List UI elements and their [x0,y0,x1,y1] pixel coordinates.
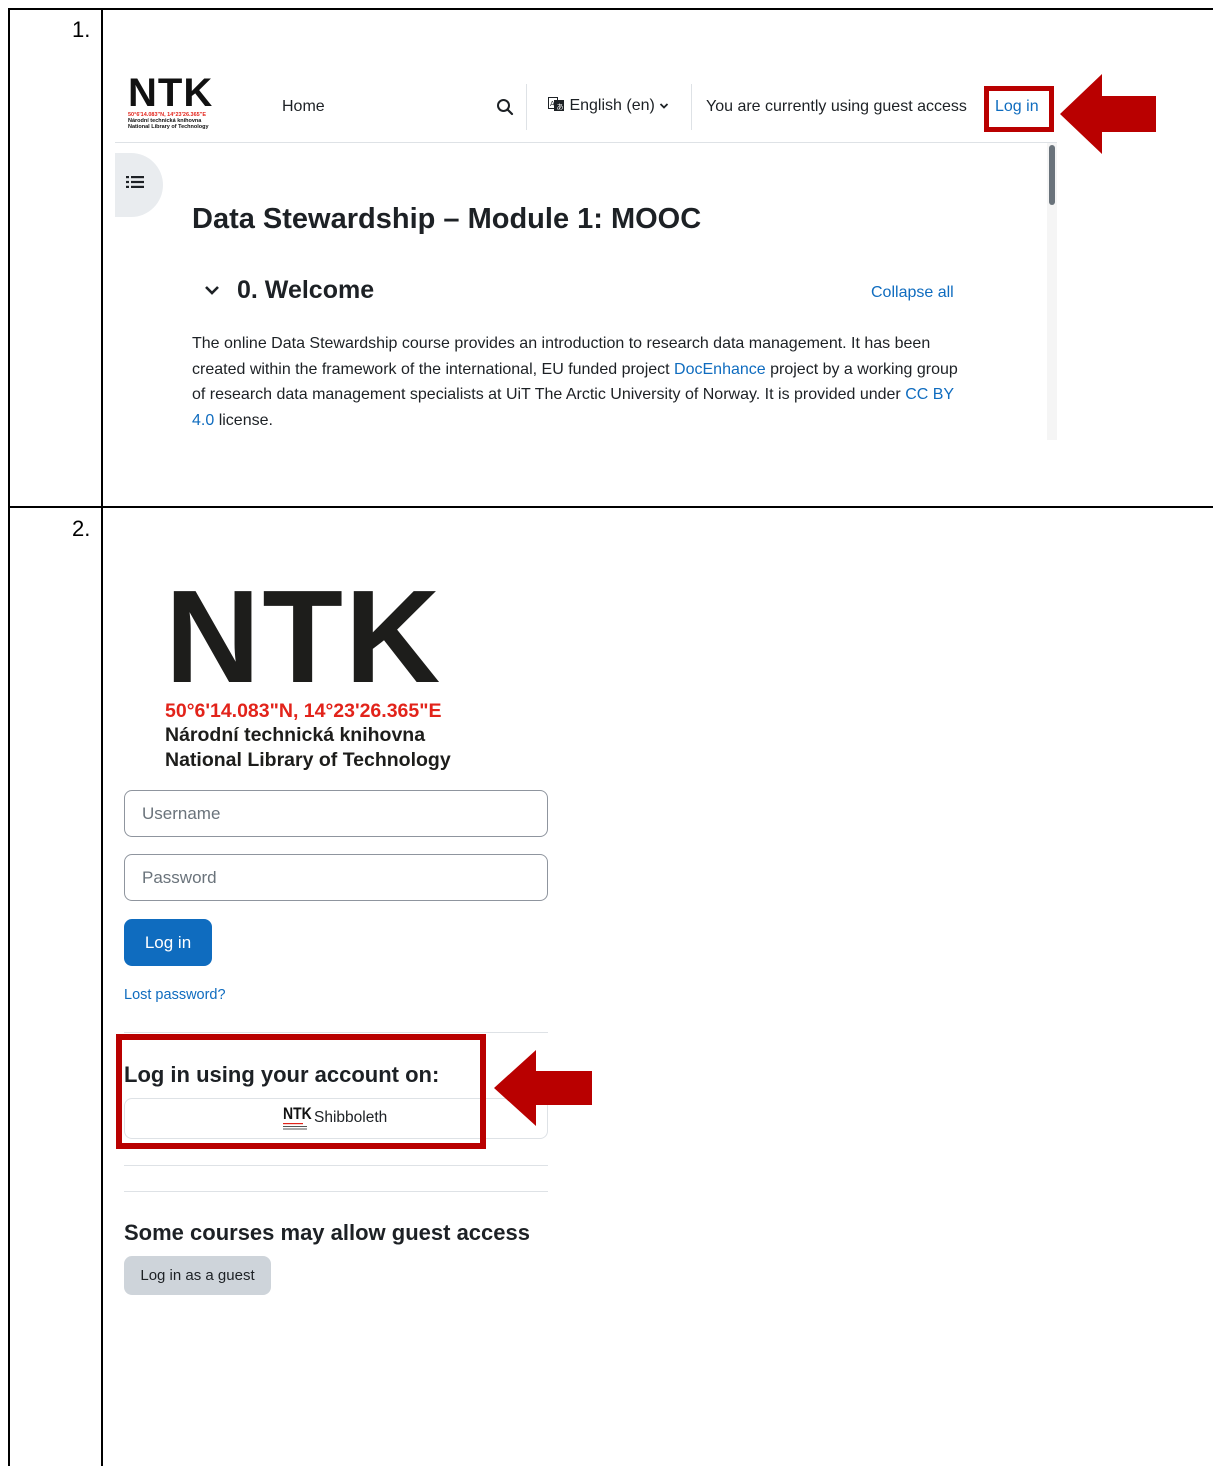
highlight-box-shibboleth [116,1034,486,1149]
section-title[interactable]: 0. Welcome [237,276,374,305]
nav-home-link[interactable]: Home [282,98,325,116]
logo-wordmark: NTK [128,71,214,115]
divider [124,1165,548,1166]
ntk-logo-large: NTK 50°6'14.083"N, 14°23'26.365"E Národn… [165,563,451,773]
lost-password-link[interactable]: Lost password? [124,987,226,1003]
login-button[interactable]: Log in [124,919,212,966]
docenhance-link[interactable]: DocEnhance [674,361,766,378]
step-number-2: 2. [72,516,91,541]
logo-line-english: National Library of Technology [128,124,209,130]
description-text: license. [214,412,273,430]
course-description: The online Data Stewardship course provi… [192,331,962,434]
search-icon[interactable] [496,98,514,116]
guest-access-notice: You are currently using guest access [706,98,967,115]
red-arrow-icon [494,1050,592,1126]
language-menu[interactable]: A あ English (en) [548,97,669,115]
collapse-all-link[interactable]: Collapse all [871,284,954,302]
course-page: Data Stewardship – Module 1: MOOC 0. Wel… [115,143,1057,440]
nav-separator [526,84,527,130]
navbar: NTK 50°6'14.083"N, 14°23'26.365"E Národn… [115,66,1057,143]
chevron-down-icon[interactable] [203,281,221,299]
language-label: English (en) [569,97,655,114]
svg-text:あ: あ [557,103,564,111]
highlight-box-login [984,86,1054,132]
red-arrow-icon [1060,74,1156,154]
logo-coordinates: 50°6'14.083"N, 14°23'26.365"E [165,700,442,722]
language-icon: A あ [548,97,564,111]
login-as-guest-button[interactable]: Log in as a guest [124,1256,271,1295]
logo-line-czech: Národní technická knihovna [165,724,426,746]
logo-wordmark: NTK [165,563,443,710]
page-title: Data Stewardship – Module 1: MOOC [192,203,702,235]
divider [124,1032,548,1033]
scrollbar-thumb[interactable] [1049,145,1055,205]
nav-separator [691,84,692,130]
chevron-down-icon [660,103,669,109]
logo-line-english: National Library of Technology [165,749,451,771]
divider [124,1191,548,1192]
username-input[interactable] [124,790,548,837]
guest-access-heading: Some courses may allow guest access [124,1220,530,1245]
step-number-1: 1. [72,17,91,42]
ntk-logo[interactable]: NTK 50°6'14.083"N, 14°23'26.365"E Národn… [128,71,238,130]
row-divider [8,506,1213,508]
column-divider [101,8,103,1466]
svg-text:A: A [550,100,555,108]
list-icon [126,175,144,194]
course-index-toggle[interactable] [115,153,163,217]
password-input[interactable] [124,854,548,901]
